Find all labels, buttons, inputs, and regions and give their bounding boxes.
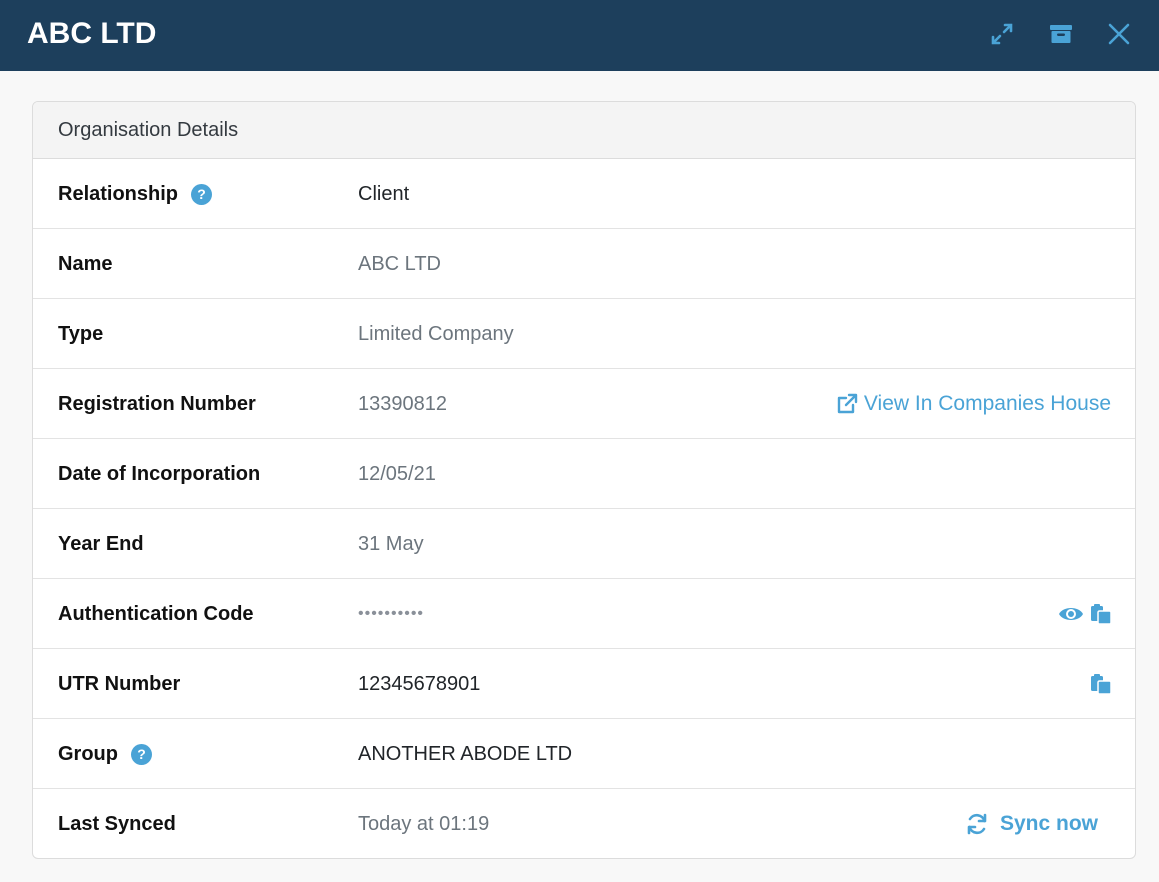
close-icon[interactable] xyxy=(1105,20,1133,48)
type-label: Type xyxy=(58,322,104,345)
help-icon[interactable]: ? xyxy=(131,743,152,765)
authentication-code-value: •••••••••• xyxy=(358,605,425,622)
expand-icon[interactable] xyxy=(988,20,1016,48)
date-of-incorporation-label: Date of Incorporation xyxy=(58,462,261,485)
sync-now-button[interactable]: Sync now xyxy=(966,789,1098,858)
row-group: Group ? ANOTHER ABODE LTD xyxy=(33,719,1135,789)
row-year-end: Year End 31 May xyxy=(33,509,1135,579)
help-icon[interactable]: ? xyxy=(191,183,213,205)
sync-now-label: Sync now xyxy=(999,812,1098,835)
external-link-icon xyxy=(837,393,858,414)
row-authentication-code: Authentication Code •••••••••• xyxy=(33,579,1135,649)
row-name: Name ABC LTD xyxy=(33,229,1135,299)
registration-number-value: 13390812 xyxy=(358,392,447,415)
archive-icon[interactable] xyxy=(1047,20,1075,48)
utr-number-label: UTR Number xyxy=(58,672,181,695)
name-value: ABC LTD xyxy=(358,252,441,275)
view-companies-house-label: View In Companies House xyxy=(863,392,1111,415)
registration-number-label: Registration Number xyxy=(58,392,256,415)
group-label: Group xyxy=(58,742,118,765)
name-label: Name xyxy=(58,252,113,275)
utr-number-value: 12345678901 xyxy=(358,672,481,695)
view-companies-house-link[interactable]: View In Companies House xyxy=(836,369,1111,439)
year-end-label: Year End xyxy=(58,532,144,555)
row-date-of-incorporation: Date of Incorporation 12/05/21 xyxy=(33,439,1135,509)
row-registration-number: Registration Number 13390812 View In Com… xyxy=(33,369,1135,439)
row-utr-number: UTR Number 12345678901 xyxy=(33,649,1135,719)
relationship-value: Client xyxy=(358,182,410,205)
copy-icon[interactable] xyxy=(1090,673,1112,695)
group-value: ANOTHER ABODE LTD xyxy=(358,742,573,765)
last-synced-value: Today at 01:19 xyxy=(358,812,490,835)
organisation-details-card: Organisation Details Relationship ? Clie… xyxy=(32,101,1136,859)
type-value: Limited Company xyxy=(358,322,514,345)
sync-icon xyxy=(967,813,987,835)
row-type: Type Limited Company xyxy=(33,299,1135,369)
last-synced-label: Last Synced xyxy=(58,812,176,835)
card-title: Organisation Details xyxy=(33,102,1135,159)
row-last-synced: Last Synced Today at 01:19 Sync now xyxy=(33,789,1135,858)
relationship-label: Relationship xyxy=(58,182,179,205)
copy-icon[interactable] xyxy=(1090,603,1112,625)
eye-icon[interactable] xyxy=(1058,604,1084,624)
window-header: ABC LTD xyxy=(0,0,1159,71)
window-title: ABC LTD xyxy=(27,17,157,50)
date-of-incorporation-value: 12/05/21 xyxy=(358,462,436,485)
row-relationship: Relationship ? Client xyxy=(33,159,1135,229)
authentication-code-label: Authentication Code xyxy=(58,602,254,625)
year-end-value: 31 May xyxy=(358,532,424,555)
